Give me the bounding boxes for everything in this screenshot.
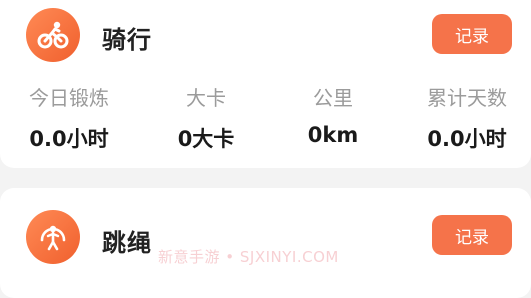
stat-label: 公里 xyxy=(313,86,353,110)
bicycle-icon xyxy=(26,8,80,62)
stat-label: 今日锻炼 xyxy=(29,86,109,110)
stat-value: 0.0小时 xyxy=(29,127,109,151)
stat-calories: 大卡 0大卡 xyxy=(141,82,271,153)
record-button[interactable]: 记录 xyxy=(432,215,512,255)
jump-rope-icon xyxy=(26,210,80,264)
stat-total-days: 累计天数 0.0小时 xyxy=(402,82,531,153)
stat-label: 累计天数 xyxy=(427,86,507,110)
stat-value: 0km xyxy=(307,123,359,147)
stat-value: 0.0小时 xyxy=(427,127,507,151)
stats-row: 今日锻炼 0.0小时 大卡 0大卡 公里 0km 累计天数 0.0小时 xyxy=(0,82,531,152)
activity-title: 跳绳 xyxy=(102,229,152,257)
jump-rope-card: 跳绳 记录 xyxy=(0,188,531,298)
activity-title: 骑行 xyxy=(102,26,152,54)
cycling-card: 骑行 记录 今日锻炼 0.0小时 大卡 0大卡 公里 0km 累计天数 0.0小… xyxy=(0,0,531,168)
watermark: 新意手游 • SJXINYI.COM xyxy=(158,248,339,266)
stat-today-exercise: 今日锻炼 0.0小时 xyxy=(4,82,134,153)
stat-value: 0大卡 xyxy=(177,127,235,151)
record-button[interactable]: 记录 xyxy=(432,14,512,54)
stat-distance: 公里 0km xyxy=(268,82,398,147)
stat-label: 大卡 xyxy=(186,86,226,110)
